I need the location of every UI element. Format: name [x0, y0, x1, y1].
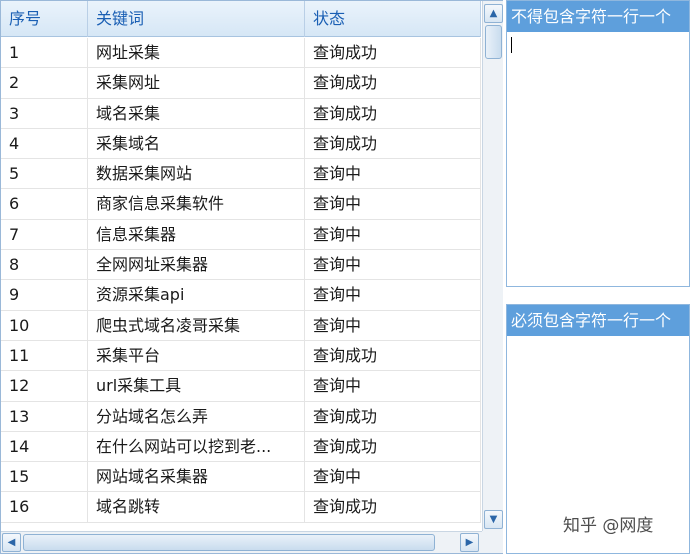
row-index-cell: 8 — [1, 250, 88, 281]
watermark: 知乎 @网度 — [563, 516, 654, 536]
row-index-cell: 2 — [1, 68, 88, 99]
column-header-status[interactable]: 状态 — [305, 1, 481, 37]
table-row[interactable]: 8 全网网址采集器 查询中 — [1, 250, 481, 281]
table-row[interactable]: 5 数据采集网站 查询中 — [1, 159, 481, 190]
exclude-chars-title: 不得包含字符一行一个 — [507, 1, 689, 32]
column-header-index[interactable]: 序号 — [1, 1, 88, 37]
triangle-right-icon: ▶ — [465, 537, 474, 548]
table-row[interactable]: 15 网站域名采集器 查询中 — [1, 462, 481, 493]
row-index-cell: 6 — [1, 189, 88, 220]
table-row[interactable]: 1 网址采集 查询成功 — [1, 38, 481, 69]
row-keyword-cell: 网址采集 — [88, 38, 305, 68]
table-row[interactable]: 4 采集域名 查询成功 — [1, 128, 481, 160]
row-keyword-cell: url采集工具 — [88, 371, 305, 402]
horizontal-scrollbar[interactable]: ◀ ▶ — [1, 531, 482, 553]
row-keyword-cell: 采集平台 — [88, 340, 305, 371]
row-status-cell: 查询成功 — [305, 340, 481, 371]
row-keyword-cell: 采集网址 — [88, 68, 305, 99]
row-index-cell: 13 — [1, 401, 88, 432]
table-row[interactable]: 11 采集平台 查询成功 — [1, 340, 481, 372]
row-keyword-cell: 全网网址采集器 — [88, 250, 305, 281]
row-status-cell: 查询成功 — [305, 38, 481, 68]
grid-header: 序号 关键词 状态 — [1, 1, 481, 37]
scroll-left-button[interactable]: ◀ — [2, 533, 21, 552]
row-status-cell: 查询成功 — [305, 401, 481, 432]
row-keyword-cell: 在什么网站可以挖到老... — [88, 431, 305, 462]
row-status-cell: 查询中 — [305, 250, 481, 281]
row-index-cell: 15 — [1, 462, 88, 493]
row-keyword-cell: 信息采集器 — [88, 219, 305, 250]
row-index-cell: 14 — [1, 431, 88, 462]
row-index-cell: 10 — [1, 310, 88, 341]
row-status-cell: 查询中 — [305, 310, 481, 341]
row-status-cell: 查询成功 — [305, 492, 481, 523]
scroll-down-button[interactable]: ▼ — [484, 510, 503, 529]
row-status-cell: 查询中 — [305, 219, 481, 250]
table-row[interactable]: 7 信息采集器 查询中 — [1, 219, 481, 251]
row-keyword-cell: 采集域名 — [88, 128, 305, 159]
row-status-cell: 查询成功 — [305, 98, 481, 129]
table-row[interactable]: 10 爬虫式域名凌哥采集 查询中 — [1, 310, 481, 341]
row-index-cell: 4 — [1, 128, 88, 159]
row-keyword-cell: 爬虫式域名凌哥采集 — [88, 310, 305, 341]
row-keyword-cell: 资源采集api — [88, 280, 305, 311]
row-index-cell: 1 — [1, 38, 88, 68]
row-keyword-cell: 商家信息采集软件 — [88, 189, 305, 220]
row-status-cell: 查询中 — [305, 159, 481, 190]
triangle-up-icon: ▲ — [489, 8, 498, 19]
row-status-cell: 查询中 — [305, 280, 481, 311]
row-status-cell: 查询成功 — [305, 431, 481, 462]
row-index-cell: 12 — [1, 371, 88, 402]
row-index-cell: 11 — [1, 340, 88, 371]
grid-body: 1 网址采集 查询成功 2 采集网址 查询成功 3 域名采集 查询成功 4 采集域名 查询成功 5 数据采… — [1, 38, 481, 528]
row-keyword-cell: 域名采集 — [88, 98, 305, 129]
keyword-grid[interactable]: 序号 关键词 状态 1 网址采集 查询成功 2 采集网址 查询成功 3 域名采集 查询成功 4 采集… — [0, 0, 503, 554]
row-index-cell: 3 — [1, 98, 88, 129]
vertical-scrollbar[interactable]: ▲ ▼ — [482, 1, 503, 531]
row-index-cell: 9 — [1, 280, 88, 311]
include-chars-title: 必须包含字符一行一个 — [507, 305, 689, 336]
table-row[interactable]: 16 域名跳转 查询成功 — [1, 492, 481, 523]
row-index-cell: 7 — [1, 219, 88, 250]
row-index-cell: 16 — [1, 492, 88, 523]
row-status-cell: 查询成功 — [305, 128, 481, 159]
row-index-cell: 5 — [1, 159, 88, 190]
column-header-keyword[interactable]: 关键词 — [88, 1, 305, 37]
row-keyword-cell: 网站域名采集器 — [88, 462, 305, 493]
triangle-down-icon: ▼ — [489, 514, 498, 525]
text-caret — [511, 37, 512, 53]
row-keyword-cell: 分站域名怎么弄 — [88, 401, 305, 432]
row-status-cell: 查询中 — [305, 462, 481, 493]
table-row[interactable]: 12 url采集工具 查询中 — [1, 371, 481, 402]
row-status-cell: 查询成功 — [305, 68, 481, 99]
row-keyword-cell: 域名跳转 — [88, 492, 305, 523]
table-row[interactable]: 13 分站域名怎么弄 查询成功 — [1, 401, 481, 432]
table-row[interactable]: 9 资源采集api 查询中 — [1, 280, 481, 311]
exclude-chars-panel: 不得包含字符一行一个 — [506, 0, 690, 287]
table-row[interactable]: 6 商家信息采集软件 查询中 — [1, 189, 481, 220]
vertical-scroll-thumb[interactable] — [485, 25, 502, 59]
scroll-up-button[interactable]: ▲ — [484, 4, 503, 23]
scrollbar-corner — [482, 531, 503, 553]
table-row[interactable]: 2 采集网址 查询成功 — [1, 68, 481, 99]
table-row[interactable]: 3 域名采集 查询成功 — [1, 98, 481, 129]
row-status-cell: 查询中 — [305, 189, 481, 220]
scroll-right-button[interactable]: ▶ — [460, 533, 479, 552]
row-keyword-cell: 数据采集网站 — [88, 159, 305, 190]
horizontal-scroll-thumb[interactable] — [23, 534, 435, 551]
exclude-chars-input[interactable] — [507, 32, 689, 284]
table-row[interactable]: 14 在什么网站可以挖到老... 查询成功 — [1, 431, 481, 463]
triangle-left-icon: ◀ — [7, 537, 16, 548]
row-status-cell: 查询中 — [305, 371, 481, 402]
